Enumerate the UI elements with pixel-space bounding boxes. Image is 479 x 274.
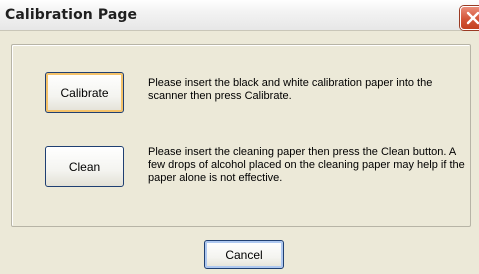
close-button[interactable] [460, 6, 479, 30]
cancel-button[interactable]: Cancel [204, 240, 284, 269]
calibrate-button[interactable]: Calibrate [45, 72, 124, 113]
title-bar: Calibration Page [0, 0, 479, 31]
calibrate-instructions: Please insert the black and white calibr… [148, 77, 433, 102]
window-title: Calibration Page [5, 7, 138, 23]
close-icon [466, 11, 479, 25]
clean-button[interactable]: Clean [45, 146, 124, 187]
calibration-dialog: Calibration Page Calibrate Please insert… [0, 0, 479, 274]
clean-instructions: Please insert the cleaning paper then pr… [148, 146, 465, 184]
